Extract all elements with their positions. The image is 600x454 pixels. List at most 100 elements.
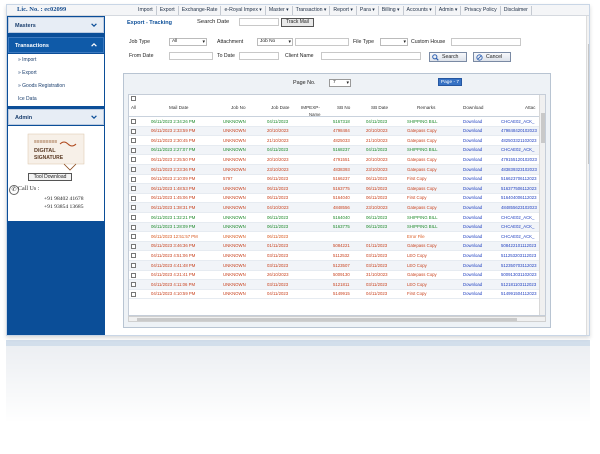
row-checkbox[interactable] [131, 128, 136, 134]
page-no-select[interactable]: 7 [329, 79, 351, 87]
table-vertical-thumb[interactable] [541, 113, 545, 143]
job-type-select[interactable]: All [169, 38, 207, 46]
attachment-link[interactable]: 516623706112023 [501, 176, 543, 181]
attachment-link[interactable]: CHCAE02_ACK_ [501, 234, 543, 239]
row-checkbox[interactable] [131, 119, 136, 124]
download-link[interactable]: Download [463, 147, 493, 152]
attachment-link[interactable]: 511253203112023 [501, 253, 543, 258]
download-link[interactable]: Download [463, 195, 493, 200]
attachment-link[interactable]: 484855623102023 [501, 205, 543, 210]
row-checkbox[interactable] [131, 167, 136, 172]
custom-house-input[interactable] [451, 38, 521, 46]
row-checkbox[interactable] [131, 243, 136, 249]
track-mail-button[interactable]: Track Mail [281, 18, 314, 27]
menu-admin[interactable]: Admin [436, 6, 462, 15]
attachment-link[interactable]: 514991504112023 [501, 291, 543, 296]
row-checkbox[interactable] [131, 147, 136, 153]
sidebar-masters[interactable]: Masters [8, 17, 104, 33]
from-date-input[interactable] [169, 52, 213, 60]
download-link[interactable]: Download [463, 215, 493, 220]
to-date-input[interactable] [239, 52, 279, 60]
row-checkbox[interactable] [131, 176, 136, 182]
download-link[interactable]: Download [463, 263, 493, 268]
menu-privacy-policy[interactable]: Privacy Policy [461, 6, 501, 15]
row-checkbox[interactable] [131, 234, 136, 240]
client-name-input[interactable] [321, 52, 421, 60]
menu-report[interactable]: Report [330, 6, 357, 15]
row-checkbox[interactable] [131, 282, 136, 288]
row-checkbox[interactable] [131, 138, 136, 144]
page-vertical-scrollbar[interactable] [586, 16, 589, 335]
menu-export[interactable]: Export [157, 6, 179, 15]
menu-master[interactable]: Master [266, 6, 293, 15]
page-indicator-button[interactable]: Page - 7 [438, 78, 462, 86]
attachment-link[interactable]: 483839323102023 [501, 167, 543, 172]
download-link[interactable]: Download [463, 224, 493, 229]
menu-disclaimer[interactable]: Disclaimer [501, 6, 532, 15]
menu-e-royal-impex[interactable]: e-Royal Impex [221, 6, 266, 15]
download-link[interactable]: Download [463, 205, 493, 210]
attachment-select[interactable]: Job No [257, 38, 293, 46]
download-link[interactable]: Download [463, 157, 493, 162]
attachment-link[interactable]: 516377506112023 [501, 186, 543, 191]
table-vertical-scrollbar[interactable] [539, 95, 545, 315]
row-checkbox[interactable] [131, 186, 136, 192]
download-link[interactable]: Download [463, 167, 493, 172]
row-checkbox[interactable] [131, 291, 136, 297]
file-type-select[interactable] [380, 38, 408, 46]
download-link[interactable]: Download [463, 282, 493, 287]
tool-download-button[interactable]: Tool Download [28, 173, 72, 181]
download-link[interactable]: Download [463, 186, 493, 191]
row-checkbox[interactable] [131, 272, 136, 278]
attachment-link[interactable]: 516404006112023 [501, 195, 543, 200]
download-link[interactable]: Download [463, 234, 493, 239]
search-button[interactable]: Search [429, 52, 467, 62]
sidebar-transactions[interactable]: Transactions [8, 37, 104, 53]
row-checkbox[interactable] [131, 205, 136, 211]
menu-accounts[interactable]: Accounts [404, 6, 436, 15]
row-checkbox[interactable] [131, 215, 136, 220]
row-checkbox[interactable] [131, 263, 136, 268]
menu-import[interactable]: Import [135, 6, 157, 15]
attachment-link[interactable]: 479155120102023 [501, 157, 543, 162]
mail-date-cell: 04/11/2023 4:11:06 PM [151, 281, 196, 287]
download-link[interactable]: Download [463, 119, 493, 124]
menu-billing[interactable]: Billing [379, 6, 404, 15]
table-horizontal-scrollbar[interactable] [128, 316, 546, 322]
sidebar-item-goods-registration[interactable]: » Goods Registration [8, 80, 104, 93]
cancel-button[interactable]: Cancel [473, 52, 511, 62]
row-checkbox[interactable] [131, 253, 136, 259]
attachment-link[interactable]: CHCAE02_ACK_ [501, 119, 543, 124]
select-all-checkbox[interactable] [131, 96, 136, 101]
table-horizontal-thumb[interactable] [137, 318, 517, 321]
download-link[interactable]: Download [463, 272, 493, 277]
download-link[interactable]: Download [463, 128, 493, 133]
attachment-link[interactable]: 479848420102023 [501, 128, 543, 133]
row-checkbox[interactable] [131, 157, 136, 163]
attachment-value-input[interactable] [295, 38, 349, 46]
sidebar-item-import[interactable]: » Import [8, 54, 104, 67]
menu-para[interactable]: Para [357, 6, 379, 15]
attachment-link[interactable]: CHCAE02_ACK_ [501, 224, 543, 229]
download-link[interactable]: Download [463, 291, 493, 296]
menu-exchange-rate[interactable]: Exchange-Rate [179, 6, 222, 15]
download-link[interactable]: Download [463, 243, 493, 248]
attachment-link[interactable]: 482503321102023 [501, 138, 543, 143]
menu-transaction[interactable]: Transaction [293, 6, 331, 15]
attachment-link[interactable]: 512181103112023 [501, 282, 543, 287]
attachment-link[interactable]: 508422101112023 [501, 243, 543, 248]
sidebar-admin[interactable]: Admin [8, 109, 104, 125]
attachment-link[interactable]: 512350703112023 [501, 263, 543, 268]
row-checkbox[interactable] [131, 224, 136, 230]
download-link[interactable]: Download [463, 176, 493, 181]
row-checkbox[interactable] [131, 195, 136, 201]
attachment-link[interactable]: 500913031102023 [501, 272, 543, 277]
download-link[interactable]: Download [463, 253, 493, 258]
page-vertical-thumb[interactable] [588, 44, 589, 164]
sidebar-item-export[interactable]: » Export [8, 67, 104, 80]
download-link[interactable]: Download [463, 138, 493, 143]
search-date-input[interactable] [239, 18, 279, 26]
attachment-link[interactable]: CHCAE02_ACK_ [501, 215, 543, 220]
sidebar-item-ice-data[interactable]: Ice Data [8, 93, 104, 106]
attachment-link[interactable]: CHCAE02_ACK_ [501, 147, 543, 152]
